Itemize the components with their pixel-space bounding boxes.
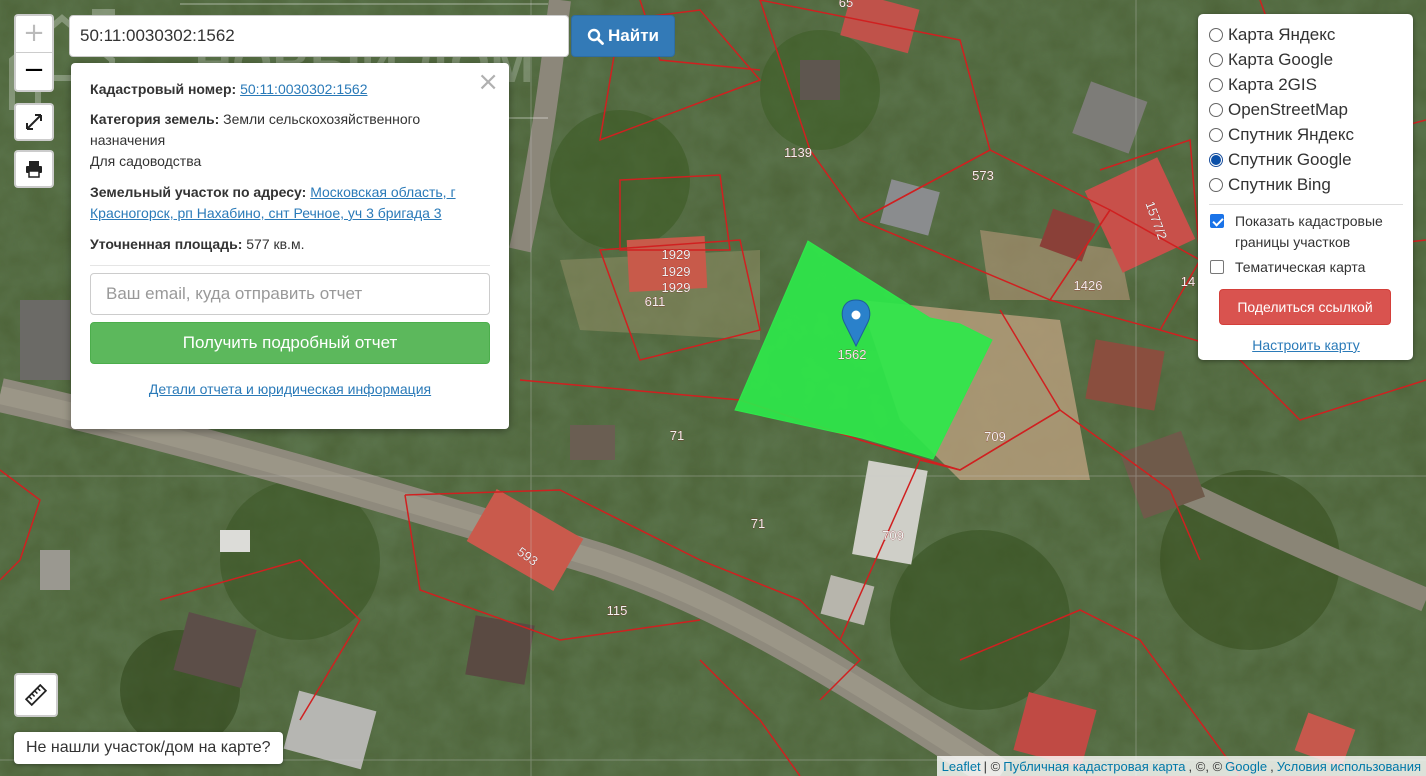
leaflet-link[interactable]: Leaflet bbox=[942, 759, 981, 774]
layer-radio[interactable] bbox=[1209, 177, 1223, 192]
fullscreen-button[interactable] bbox=[14, 103, 54, 141]
attribution-separator: , ©, © bbox=[1188, 758, 1223, 774]
area-label: Уточненная площадь: bbox=[90, 236, 243, 252]
map-label: 709 bbox=[882, 528, 904, 543]
layer-option-label: Карта Яндекс bbox=[1228, 24, 1336, 44]
map-label: 709 bbox=[984, 429, 1006, 444]
attribution-separator: | © bbox=[983, 758, 1001, 774]
layer-radio[interactable] bbox=[1209, 52, 1223, 67]
parcel-info-popup: × Кадастровый номер: 50:11:0030302:1562 … bbox=[71, 63, 509, 429]
map-label: 71 bbox=[751, 516, 765, 531]
map-label: 1426 bbox=[1074, 278, 1103, 293]
layer-option-5[interactable]: Спутник Google bbox=[1209, 147, 1403, 172]
layer-option-6[interactable]: Спутник Bing bbox=[1209, 172, 1403, 197]
area-value: 577 кв.м. bbox=[246, 236, 305, 252]
show-borders-checkbox[interactable] bbox=[1210, 214, 1224, 228]
layer-option-4[interactable]: Спутник Яндекс bbox=[1209, 122, 1403, 147]
ruler-icon bbox=[25, 684, 47, 706]
show-borders-option[interactable]: Показать кадастровые границы участков bbox=[1209, 211, 1403, 253]
map-label: 611 bbox=[645, 294, 666, 309]
thematic-map-checkbox[interactable] bbox=[1210, 260, 1224, 274]
search-icon bbox=[587, 28, 604, 45]
address-label: Земельный участок по адресу: bbox=[90, 184, 307, 200]
search-button[interactable]: Найти bbox=[571, 15, 675, 57]
terms-link[interactable]: Условия использования bbox=[1277, 759, 1421, 774]
layer-radio[interactable] bbox=[1209, 77, 1223, 92]
map-attribution: Leaflet | © Публичная кадастровая карта … bbox=[936, 756, 1426, 776]
layer-option-label: Спутник Bing bbox=[1228, 174, 1331, 194]
land-category-label: Категория земель: bbox=[90, 111, 220, 127]
map-label: 573 bbox=[972, 168, 994, 183]
map-label: 1929 bbox=[662, 280, 691, 295]
layer-option-2[interactable]: Карта 2GIS bbox=[1209, 72, 1403, 97]
zoom-out-button[interactable]: − bbox=[16, 53, 52, 90]
layer-radio[interactable] bbox=[1209, 152, 1223, 167]
thematic-map-label: Тематическая карта bbox=[1235, 259, 1366, 275]
fullscreen-icon bbox=[26, 114, 42, 130]
close-icon[interactable]: × bbox=[477, 67, 499, 97]
printer-icon bbox=[26, 161, 42, 178]
map-label: 1139 bbox=[784, 145, 812, 160]
popup-divider bbox=[90, 265, 490, 266]
share-link-button[interactable]: Поделиться ссылкой bbox=[1219, 289, 1391, 325]
measure-button[interactable] bbox=[14, 673, 58, 717]
layer-option-label: Спутник Яндекс bbox=[1228, 124, 1354, 144]
layer-option-label: OpenStreetMap bbox=[1228, 99, 1349, 119]
map-label: 1929 bbox=[662, 264, 691, 279]
layer-option-1[interactable]: Карта Google bbox=[1209, 47, 1403, 72]
report-details-link[interactable]: Детали отчета и юридическая информация bbox=[90, 381, 490, 397]
pkk-link[interactable]: Публичная кадастровая карта bbox=[1003, 759, 1185, 774]
not-found-button[interactable]: Не нашли участок/дом на карте? bbox=[14, 732, 283, 764]
google-link[interactable]: Google bbox=[1225, 759, 1267, 774]
map-label: 65 bbox=[839, 0, 853, 10]
map-label: 71 bbox=[670, 428, 684, 443]
get-report-button[interactable]: Получить подробный отчет bbox=[90, 322, 490, 364]
cadastral-number-link[interactable]: 50:11:0030302:1562 bbox=[240, 81, 367, 97]
land-use-value: Для садоводства bbox=[90, 153, 202, 169]
configure-map-link[interactable]: Настроить карту bbox=[1209, 337, 1403, 353]
layer-switcher: Карта Яндекс Карта Google Карта 2GIS OpenSt… bbox=[1198, 14, 1413, 360]
map-label: 1929 bbox=[662, 247, 691, 262]
cadastral-number-label: Кадастровый номер: bbox=[90, 81, 237, 97]
show-borders-label: Показать кадастровые границы участков bbox=[1235, 213, 1383, 250]
email-input[interactable] bbox=[90, 273, 490, 315]
zoom-control: + − bbox=[14, 14, 54, 92]
layer-radio[interactable] bbox=[1209, 102, 1223, 117]
zoom-in-button[interactable]: + bbox=[16, 16, 52, 53]
map-label: 14 bbox=[1181, 274, 1195, 289]
cadastral-search-input[interactable] bbox=[69, 15, 569, 57]
layer-option-label: Карта 2GIS bbox=[1228, 74, 1317, 94]
map-label: 1562 bbox=[838, 347, 867, 362]
layer-option-0[interactable]: Карта Яндекс bbox=[1209, 22, 1403, 47]
layer-option-3[interactable]: OpenStreetMap bbox=[1209, 97, 1403, 122]
layer-radio[interactable] bbox=[1209, 27, 1223, 42]
layer-radio[interactable] bbox=[1209, 127, 1223, 142]
layer-option-label: Спутник Google bbox=[1228, 149, 1352, 169]
layer-option-label: Карта Google bbox=[1228, 49, 1334, 69]
search-button-label: Найти bbox=[608, 26, 659, 45]
map-label: 115 bbox=[607, 603, 628, 618]
thematic-map-option[interactable]: Тематическая карта bbox=[1209, 257, 1403, 278]
print-button[interactable] bbox=[14, 150, 54, 188]
layers-divider bbox=[1209, 204, 1403, 205]
